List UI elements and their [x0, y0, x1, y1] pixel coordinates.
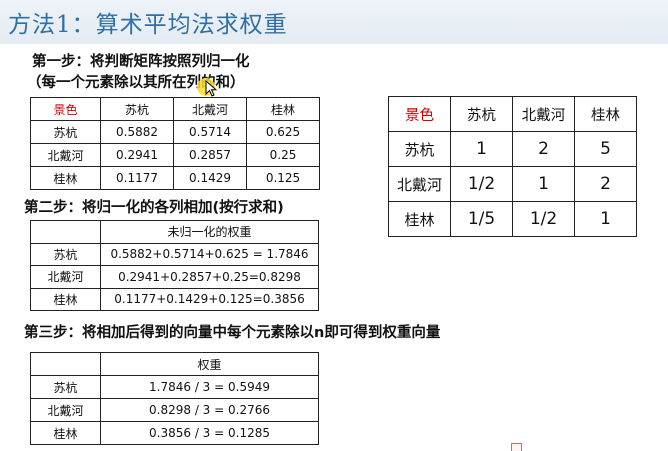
table-cell: 0.5714 [173, 120, 247, 144]
table-row: 北戴河 0.2941 0.2857 0.25 [30, 143, 320, 167]
slide-title: 方法1：算术平均法求权重 [8, 12, 288, 38]
table-row: 北戴河 1/2 1 2 [388, 166, 637, 202]
table-header-row: 权重 [30, 352, 319, 376]
table-cell: 0.2857 [173, 143, 247, 167]
row-label: 桂林 [388, 201, 451, 237]
table-row: 北戴河 0.8298 / 3 = 0.2766 [30, 398, 319, 422]
table-row: 北戴河 0.2941+0.2857+0.25=0.8298 [30, 265, 319, 289]
judgment-matrix-table: 景色 苏杭 北戴河 桂林 苏杭 1 2 5 北戴河 1/2 1 2 桂林 1/5… [388, 96, 637, 237]
header-cell [30, 352, 101, 376]
row-label: 北戴河 [30, 265, 101, 289]
table-cell: 0.125 [246, 166, 320, 190]
header-cell: 北戴河 [512, 96, 575, 132]
table-cell: 1 [574, 201, 637, 237]
row-sum-table: 未归一化的权重 苏杭 0.5882+0.5714+0.625 = 1.7846 … [30, 220, 319, 311]
row-label: 桂林 [30, 421, 101, 445]
mouse-pointer-icon [205, 80, 218, 97]
table-cell: 2 [574, 166, 637, 202]
row-label: 北戴河 [30, 398, 101, 422]
header-cell: 苏杭 [450, 96, 513, 132]
header-cell: 未归一化的权重 [100, 220, 319, 244]
table-cell: 1.7846 / 3 = 0.5949 [100, 375, 319, 399]
table-cell: 0.3856 / 3 = 0.1285 [100, 421, 319, 445]
table-header-row: 未归一化的权重 [30, 220, 319, 244]
table-cell: 2 [512, 131, 575, 167]
header-cell [30, 220, 101, 244]
title-bar: 方法1：算术平均法求权重 [0, 0, 668, 44]
step1-heading: 第一步：将判断矩阵按照列归一化 [32, 54, 250, 70]
table-cell: 1/2 [512, 201, 575, 237]
table-row: 桂林 0.1177+0.1429+0.125=0.3856 [30, 287, 319, 311]
weight-table: 权重 苏杭 1.7846 / 3 = 0.5949 北戴河 0.8298 / 3… [30, 352, 319, 445]
table-cell: 0.2941+0.2857+0.25=0.8298 [100, 265, 319, 289]
table-row: 桂林 0.3856 / 3 = 0.1285 [30, 421, 319, 445]
table-row: 桂林 1/5 1/2 1 [388, 201, 637, 237]
step2-heading: 第二步：将归一化的各列相加(按行求和) [24, 200, 284, 216]
table-cell: 0.25 [246, 143, 320, 167]
table-cell: 0.8298 / 3 = 0.2766 [100, 398, 319, 422]
header-cell: 北戴河 [173, 97, 247, 121]
row-label: 苏杭 [30, 242, 101, 266]
header-cell: 桂林 [246, 97, 320, 121]
header-cell: 桂林 [574, 96, 637, 132]
table-cell: 1/5 [450, 201, 513, 237]
header-cell: 苏杭 [100, 97, 174, 121]
step3-heading: 第三步：将相加后得到的向量中每个元素除以n即可得到权重向量 [24, 325, 441, 341]
table-cell: 1 [512, 166, 575, 202]
normalized-matrix-table: 景色 苏杭 北戴河 桂林 苏杭 0.5882 0.5714 0.625 北戴河 … [30, 97, 320, 190]
table-cell: 1 [450, 131, 513, 167]
table-cell: 0.5882+0.5714+0.625 = 1.7846 [100, 242, 319, 266]
row-label: 苏杭 [388, 131, 451, 167]
row-label: 苏杭 [30, 120, 101, 144]
table-row: 苏杭 0.5882+0.5714+0.625 = 1.7846 [30, 242, 319, 266]
table-cell: 1/2 [450, 166, 513, 202]
table-cell: 5 [574, 131, 637, 167]
row-label: 北戴河 [30, 143, 101, 167]
table-cell: 0.1177+0.1429+0.125=0.3856 [100, 287, 319, 311]
header-cell: 景色 [388, 96, 451, 132]
table-cell: 0.1429 [173, 166, 247, 190]
table-header-row: 景色 苏杭 北戴河 桂林 [388, 96, 637, 132]
table-cell: 0.2941 [100, 143, 174, 167]
table-row: 苏杭 1.7846 / 3 = 0.5949 [30, 375, 319, 399]
row-label: 北戴河 [388, 166, 451, 202]
table-row: 苏杭 0.5882 0.5714 0.625 [30, 120, 320, 144]
row-label: 苏杭 [30, 375, 101, 399]
header-cell: 权重 [100, 352, 319, 376]
table-row: 苏杭 1 2 5 [388, 131, 637, 167]
row-label: 桂林 [30, 287, 101, 311]
table-row: 桂林 0.1177 0.1429 0.125 [30, 166, 320, 190]
table-cell: 0.1177 [100, 166, 174, 190]
table-cell: 0.5882 [100, 120, 174, 144]
header-cell: 景色 [30, 97, 101, 121]
table-cell: 0.625 [246, 120, 320, 144]
row-label: 桂林 [30, 166, 101, 190]
table-header-row: 景色 苏杭 北戴河 桂林 [30, 97, 320, 121]
